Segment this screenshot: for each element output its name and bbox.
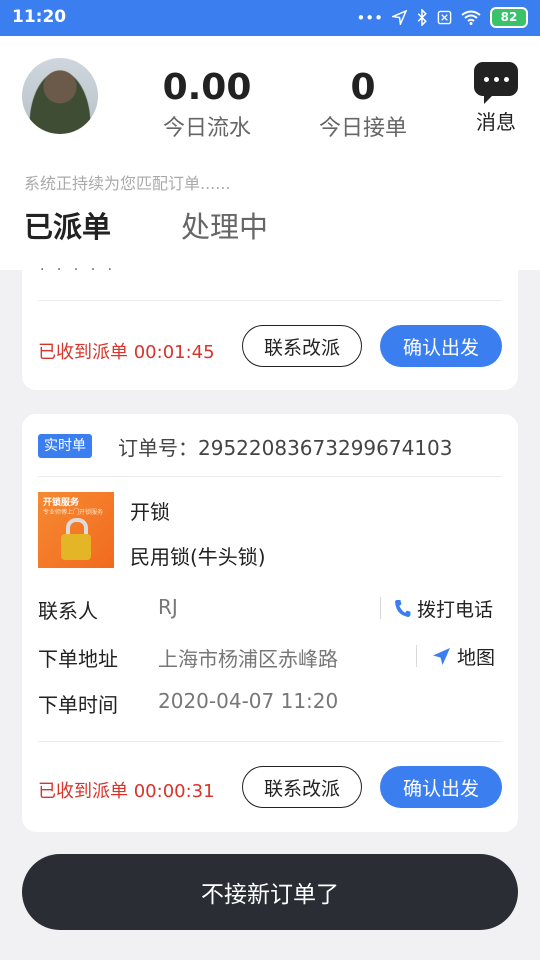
phone-icon (395, 600, 411, 617)
status-icons: ••• 82 (356, 7, 528, 28)
contact-value: RJ (158, 595, 178, 619)
map-button[interactable]: 地图 (432, 643, 495, 670)
tab-dispatched[interactable]: 已派单 (24, 204, 136, 250)
dots-icon: ••• (356, 8, 383, 27)
sim-off-icon (437, 10, 452, 25)
thumb-subtitle: 专业师傅上门开锁服务 (43, 509, 104, 516)
order-number: 订单号：29522083673299674103 (118, 436, 453, 460)
order-card: 实时单 订单号：29522083673299674103 开锁服务 专业师傅上门… (22, 414, 518, 832)
service-thumbnail: 开锁服务 专业师傅上门开锁服务 (38, 492, 114, 568)
location-arrow-icon (392, 10, 407, 25)
stop-accepting-orders-button[interactable]: 不接新订单了 (22, 854, 518, 930)
order-time-label: 下单时间 (38, 693, 118, 717)
status-time: 11:20 (12, 7, 67, 27)
service-name: 开锁 (130, 500, 170, 524)
dispatch-timer: 已收到派单 00:01:45 (38, 342, 215, 363)
map-label: 地图 (457, 647, 496, 669)
tab-processing[interactable]: 处理中 (181, 204, 268, 246)
dispatch-timer: 已收到派单 00:00:31 (38, 781, 215, 802)
matching-status: 系统正持续为您匹配订单...... (24, 174, 231, 193)
contact-reassign-button[interactable]: 联系改派 (242, 766, 362, 808)
divider (38, 741, 502, 742)
battery-icon: 82 (490, 7, 528, 28)
order-time-value: 2020-04-07 11:20 (158, 689, 339, 713)
messages-label: 消息 (476, 110, 516, 134)
address-value: 上海市杨浦区赤峰路 (158, 647, 338, 671)
separator (380, 597, 381, 619)
padlock-body (61, 534, 91, 560)
realtime-badge: 实时单 (38, 434, 92, 458)
service-detail: 民用锁(牛头锁) (130, 545, 266, 569)
chat-bubble-icon (474, 62, 518, 104)
wifi-icon (461, 10, 481, 25)
contact-label: 联系人 (38, 599, 98, 623)
messages-button[interactable]: 消息 (468, 62, 524, 135)
today-orders-label: 今日接单 (318, 116, 407, 141)
today-revenue-value: 0.00 (162, 67, 252, 108)
today-orders: 0 今日接单 (303, 68, 423, 142)
today-orders-value: 0 (350, 67, 376, 108)
status-bar: 11:20 ••• 82 (0, 0, 540, 36)
tab-dispatched-label: 已派单 (24, 210, 112, 244)
address-label: 下单地址 (38, 647, 118, 671)
navigation-arrow-icon (433, 648, 450, 665)
divider (38, 300, 502, 301)
call-button[interactable]: 拨打电话 (394, 595, 493, 622)
call-label: 拨打电话 (417, 599, 494, 621)
divider (38, 476, 502, 477)
today-revenue-label: 今日流水 (162, 116, 251, 141)
confirm-depart-button[interactable]: 确认出发 (380, 766, 502, 808)
partial-row: · · · · · (40, 262, 117, 278)
avatar[interactable] (22, 58, 98, 134)
separator (416, 645, 417, 667)
header: 0.00 今日流水 0 今日接单 消息 系统正持续为您匹配订单...... 已派… (0, 36, 540, 270)
bluetooth-icon (417, 9, 427, 26)
contact-reassign-button[interactable]: 联系改派 (242, 325, 362, 367)
confirm-depart-button[interactable]: 确认出发 (380, 325, 502, 367)
today-revenue: 0.00 今日流水 (147, 68, 267, 142)
order-card: · · · · · 已收到派单 00:01:45 联系改派 确认出发 (22, 254, 518, 390)
